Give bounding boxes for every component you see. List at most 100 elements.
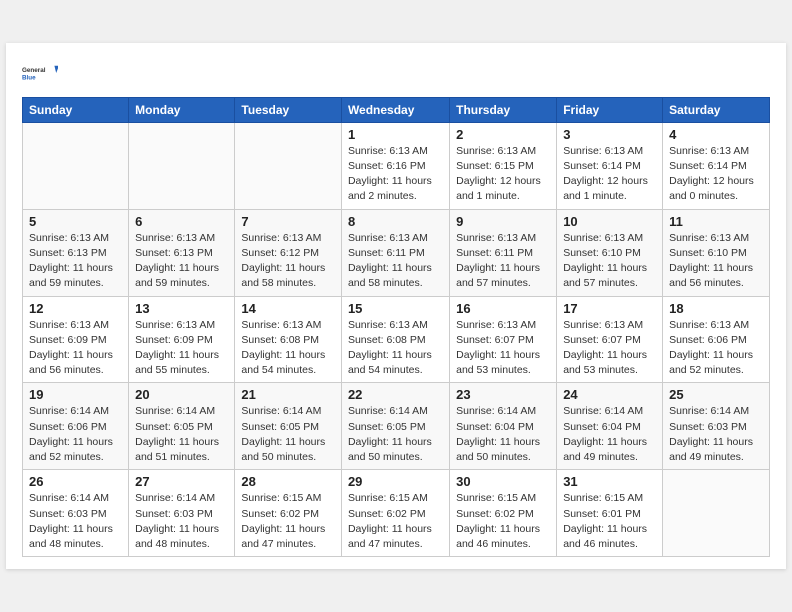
week-row-1: 1 Sunrise: 6:13 AMSunset: 6:16 PMDaylight… <box>23 122 770 209</box>
calendar-cell <box>129 122 235 209</box>
day-info: Sunrise: 6:13 AMSunset: 6:09 PMDaylight:… <box>29 318 122 379</box>
day-info: Sunrise: 6:13 AMSunset: 6:14 PMDaylight:… <box>563 144 656 205</box>
day-number: 14 <box>241 301 335 316</box>
calendar-cell <box>235 122 342 209</box>
day-info: Sunrise: 6:13 AMSunset: 6:07 PMDaylight:… <box>456 318 550 379</box>
day-number: 7 <box>241 214 335 229</box>
week-row-4: 19Sunrise: 6:14 AMSunset: 6:06 PMDayligh… <box>23 383 770 470</box>
day-info: Sunrise: 6:13 AMSunset: 6:15 PMDaylight:… <box>456 144 550 205</box>
day-number: 11 <box>669 214 763 229</box>
calendar-cell: 26Sunrise: 6:14 AMSunset: 6:03 PMDayligh… <box>23 470 129 557</box>
calendar-header: SundayMondayTuesdayWednesdayThursdayFrid… <box>23 97 770 122</box>
calendar-cell: 15 Sunrise: 6:13 AMSunset: 6:08 PMDayligh… <box>341 296 449 383</box>
day-number: 25 <box>669 387 763 402</box>
day-info: Sunrise: 6:13 AMSunset: 6:11 PMDaylight:… <box>348 231 443 292</box>
weekday-tuesday: Tuesday <box>235 97 342 122</box>
day-number: 20 <box>135 387 228 402</box>
calendar-container: General Blue SundayMondayTuesdayWednesda… <box>6 43 786 569</box>
calendar-cell: 7Sunrise: 6:13 AMSunset: 6:12 PMDaylight… <box>235 209 342 296</box>
weekday-wednesday: Wednesday <box>341 97 449 122</box>
calendar-cell: 19Sunrise: 6:14 AMSunset: 6:06 PMDayligh… <box>23 383 129 470</box>
day-number: 2 <box>456 127 550 142</box>
day-number: 21 <box>241 387 335 402</box>
day-info: Sunrise: 6:14 AMSunset: 6:04 PMDaylight:… <box>563 404 656 465</box>
day-number: 30 <box>456 474 550 489</box>
calendar-cell: 1 Sunrise: 6:13 AMSunset: 6:16 PMDaylight… <box>341 122 449 209</box>
day-number: 13 <box>135 301 228 316</box>
day-number: 3 <box>563 127 656 142</box>
day-info: Sunrise: 6:13 AMSunset: 6:16 PMDaylight:… <box>348 144 443 205</box>
day-info: Sunrise: 6:15 AMSunset: 6:02 PMDaylight:… <box>348 491 443 552</box>
week-row-5: 26Sunrise: 6:14 AMSunset: 6:03 PMDayligh… <box>23 470 770 557</box>
calendar-cell: 28Sunrise: 6:15 AMSunset: 6:02 PMDayligh… <box>235 470 342 557</box>
calendar-cell: 8 Sunrise: 6:13 AMSunset: 6:11 PMDaylight… <box>341 209 449 296</box>
calendar-body: 1 Sunrise: 6:13 AMSunset: 6:16 PMDaylight… <box>23 122 770 556</box>
calendar-cell: 22 Sunrise: 6:14 AMSunset: 6:05 PMDayligh… <box>341 383 449 470</box>
weekday-friday: Friday <box>557 97 663 122</box>
day-number: 31 <box>563 474 656 489</box>
calendar-cell: 13 Sunrise: 6:13 AMSunset: 6:09 PMDayligh… <box>129 296 235 383</box>
day-number: 23 <box>456 387 550 402</box>
week-row-3: 12 Sunrise: 6:13 AMSunset: 6:09 PMDayligh… <box>23 296 770 383</box>
calendar-cell: 14Sunrise: 6:13 AMSunset: 6:08 PMDayligh… <box>235 296 342 383</box>
logo-svg: General Blue <box>22 55 58 91</box>
day-info: Sunrise: 6:14 AMSunset: 6:03 PMDaylight:… <box>135 491 228 552</box>
calendar-cell: 11 Sunrise: 6:13 AMSunset: 6:10 PMDayligh… <box>663 209 770 296</box>
day-info: Sunrise: 6:14 AMSunset: 6:05 PMDaylight:… <box>135 404 228 465</box>
day-info: Sunrise: 6:13 AMSunset: 6:06 PMDaylight:… <box>669 318 763 379</box>
day-number: 16 <box>456 301 550 316</box>
calendar-cell: 27 Sunrise: 6:14 AMSunset: 6:03 PMDayligh… <box>129 470 235 557</box>
day-number: 18 <box>669 301 763 316</box>
day-info: Sunrise: 6:15 AMSunset: 6:01 PMDaylight:… <box>563 491 656 552</box>
day-info: Sunrise: 6:13 AMSunset: 6:07 PMDaylight:… <box>563 318 656 379</box>
day-info: Sunrise: 6:13 AMSunset: 6:13 PMDaylight:… <box>135 231 228 292</box>
day-number: 24 <box>563 387 656 402</box>
day-info: Sunrise: 6:15 AMSunset: 6:02 PMDaylight:… <box>456 491 550 552</box>
calendar-cell: 25 Sunrise: 6:14 AMSunset: 6:03 PMDayligh… <box>663 383 770 470</box>
calendar-cell: 16 Sunrise: 6:13 AMSunset: 6:07 PMDayligh… <box>450 296 557 383</box>
weekday-thursday: Thursday <box>450 97 557 122</box>
weekday-row: SundayMondayTuesdayWednesdayThursdayFrid… <box>23 97 770 122</box>
day-number: 8 <box>348 214 443 229</box>
day-number: 27 <box>135 474 228 489</box>
calendar-cell: 2 Sunrise: 6:13 AMSunset: 6:15 PMDaylight… <box>450 122 557 209</box>
calendar-cell: 21Sunrise: 6:14 AMSunset: 6:05 PMDayligh… <box>235 383 342 470</box>
calendar-cell: 10Sunrise: 6:13 AMSunset: 6:10 PMDayligh… <box>557 209 663 296</box>
week-row-2: 5Sunrise: 6:13 AMSunset: 6:13 PMDaylight… <box>23 209 770 296</box>
weekday-sunday: Sunday <box>23 97 129 122</box>
calendar-cell: 9Sunrise: 6:13 AMSunset: 6:11 PMDaylight… <box>450 209 557 296</box>
day-number: 22 <box>348 387 443 402</box>
weekday-saturday: Saturday <box>663 97 770 122</box>
day-info: Sunrise: 6:14 AMSunset: 6:05 PMDaylight:… <box>348 404 443 465</box>
day-number: 6 <box>135 214 228 229</box>
calendar-cell: 17 Sunrise: 6:13 AMSunset: 6:07 PMDayligh… <box>557 296 663 383</box>
calendar-cell: 5Sunrise: 6:13 AMSunset: 6:13 PMDaylight… <box>23 209 129 296</box>
day-info: Sunrise: 6:13 AMSunset: 6:09 PMDaylight:… <box>135 318 228 379</box>
day-number: 19 <box>29 387 122 402</box>
svg-text:General: General <box>22 67 46 74</box>
calendar-cell <box>23 122 129 209</box>
day-number: 15 <box>348 301 443 316</box>
day-info: Sunrise: 6:13 AMSunset: 6:10 PMDaylight:… <box>669 231 763 292</box>
day-number: 4 <box>669 127 763 142</box>
day-number: 17 <box>563 301 656 316</box>
day-info: Sunrise: 6:13 AMSunset: 6:14 PMDaylight:… <box>669 144 763 205</box>
day-number: 12 <box>29 301 122 316</box>
day-number: 1 <box>348 127 443 142</box>
day-info: Sunrise: 6:15 AMSunset: 6:02 PMDaylight:… <box>241 491 335 552</box>
day-number: 9 <box>456 214 550 229</box>
day-info: Sunrise: 6:14 AMSunset: 6:03 PMDaylight:… <box>669 404 763 465</box>
calendar-cell: 20 Sunrise: 6:14 AMSunset: 6:05 PMDayligh… <box>129 383 235 470</box>
calendar-cell: 18 Sunrise: 6:13 AMSunset: 6:06 PMDayligh… <box>663 296 770 383</box>
header: General Blue <box>22 55 770 91</box>
logo: General Blue <box>22 55 58 91</box>
calendar-cell <box>663 470 770 557</box>
calendar-cell: 29 Sunrise: 6:15 AMSunset: 6:02 PMDayligh… <box>341 470 449 557</box>
day-number: 29 <box>348 474 443 489</box>
weekday-monday: Monday <box>129 97 235 122</box>
calendar-cell: 30 Sunrise: 6:15 AMSunset: 6:02 PMDayligh… <box>450 470 557 557</box>
calendar-cell: 23Sunrise: 6:14 AMSunset: 6:04 PMDayligh… <box>450 383 557 470</box>
day-info: Sunrise: 6:13 AMSunset: 6:08 PMDaylight:… <box>348 318 443 379</box>
calendar-cell: 4 Sunrise: 6:13 AMSunset: 6:14 PMDaylight… <box>663 122 770 209</box>
day-info: Sunrise: 6:14 AMSunset: 6:03 PMDaylight:… <box>29 491 122 552</box>
